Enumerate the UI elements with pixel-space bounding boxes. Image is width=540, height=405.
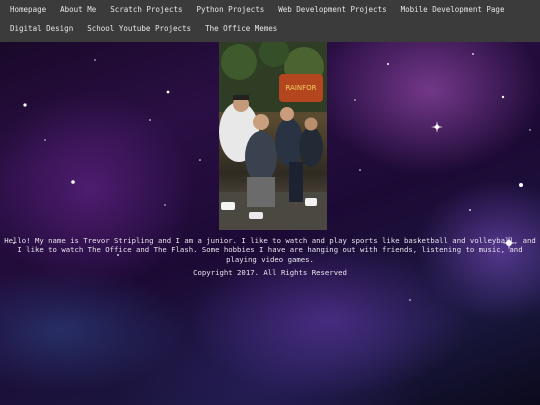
svg-text:RAINFOR: RAINFOR	[285, 84, 316, 92]
main-navigation: Homepage About Me Scratch Projects Pytho…	[0, 0, 540, 42]
nav-digital-design[interactable]: Digital Design	[3, 19, 80, 38]
bio-text: Hello! My name is Trevor Stripling and I…	[4, 236, 536, 264]
nav-scratch-projects[interactable]: Scratch Projects	[103, 0, 189, 19]
nav-the-office-memes[interactable]: The Office Memes	[198, 19, 284, 38]
profile-photo: RAINFOR	[219, 42, 327, 230]
nav-web-development-projects[interactable]: Web Development Projects	[271, 0, 393, 19]
nav-about-me[interactable]: About Me	[53, 0, 103, 19]
nav-mobile-development-page[interactable]: Mobile Development Page	[394, 0, 512, 19]
nav-school-youtube-projects[interactable]: School Youtube Projects	[80, 19, 198, 38]
copyright-text: Copyright 2017. All Rights Reserved	[193, 268, 347, 277]
nav-python-projects[interactable]: Python Projects	[190, 0, 272, 19]
nav-homepage[interactable]: Homepage	[3, 0, 53, 19]
